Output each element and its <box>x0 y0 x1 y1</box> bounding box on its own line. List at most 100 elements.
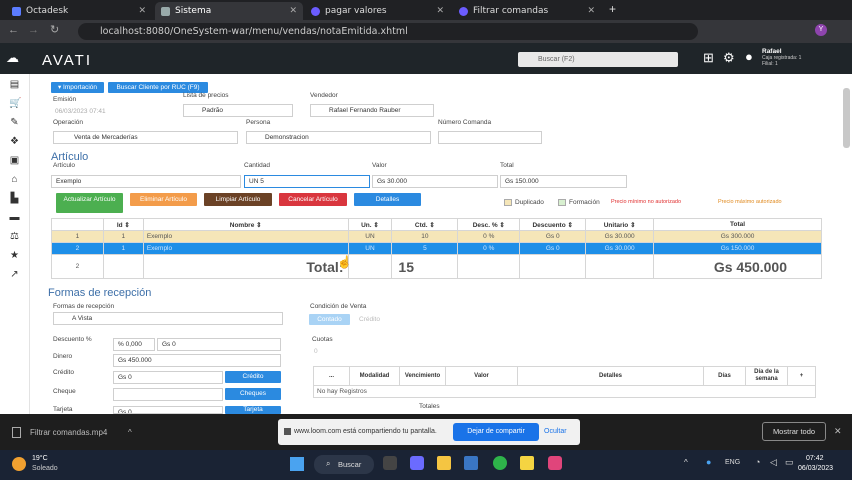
operacion-field[interactable]: Venta de Mercaderías <box>53 131 238 144</box>
money-icon[interactable]: ▣ <box>9 156 20 166</box>
credito-field[interactable]: Gs 0 <box>113 371 223 384</box>
grid-add-icon[interactable]: ⊞ <box>703 50 714 66</box>
close-icon[interactable]: ✕ <box>436 6 444 16</box>
delete-article-button[interactable]: Eliminar Artículo <box>130 193 197 206</box>
forward-icon[interactable]: → <box>28 24 39 36</box>
download-filename[interactable]: Filtrar comandas.mp4 <box>30 428 107 437</box>
star-icon[interactable]: ★ <box>9 251 20 261</box>
articulo-field[interactable]: Exemplo <box>51 175 241 188</box>
scrollbar-thumb[interactable] <box>843 88 850 148</box>
col-ctd[interactable]: Ctd. ⇕ <box>391 218 459 231</box>
chevron-up-icon[interactable]: ^ <box>128 428 132 437</box>
col-total[interactable]: Total <box>653 218 822 231</box>
tab-octadesk[interactable]: Octadesk ✕ <box>6 2 152 20</box>
factory-icon[interactable]: ▙ <box>9 194 20 204</box>
col-descuento[interactable]: Descuento ⇕ <box>519 218 587 231</box>
cantidad-field[interactable]: UN 5 <box>244 175 370 188</box>
clock-date[interactable]: 06/03/2023 <box>798 465 833 472</box>
add-cuota-button[interactable]: + <box>788 367 815 385</box>
descuento-label: Descuento % <box>53 336 92 343</box>
chevron-up-icon[interactable]: ^ <box>684 458 688 467</box>
hide-link[interactable]: Ocultar <box>544 428 567 435</box>
windows-start-icon[interactable] <box>290 457 304 471</box>
battery-icon[interactable]: ▭ <box>785 457 794 468</box>
comanda-field[interactable] <box>438 131 542 144</box>
settings-icon[interactable]: ⚙ <box>723 50 735 66</box>
app-logo: AVATI <box>42 52 93 69</box>
col-nombre[interactable]: Nombre ⇕ <box>142 218 349 231</box>
cheques-button[interactable]: Cheques <box>225 388 281 400</box>
profile-avatar[interactable]: Y <box>815 24 827 36</box>
chart-line-icon[interactable]: ↗ <box>9 270 20 280</box>
slack-icon[interactable] <box>548 456 562 470</box>
sidebar: ▤ 🛒 ✎ ❖ ▣ ⌂ ▙ ▬ ⚖ ★ ↗ <box>0 74 30 414</box>
col-un[interactable]: Un. ⇕ <box>347 218 393 231</box>
table-row[interactable]: 1 1 Exemplo UN 10 0 % Gs 0 Gs 30.000 Gs … <box>51 230 822 243</box>
col-desc-pct[interactable]: Desc. % ⇕ <box>457 218 521 231</box>
global-search-input[interactable]: Buscar (F2) <box>518 52 678 67</box>
reload-icon[interactable]: ↻ <box>50 23 59 36</box>
scale-icon[interactable]: ⚖ <box>9 232 20 242</box>
cheque-field[interactable] <box>113 388 223 401</box>
file-icon <box>12 427 21 438</box>
col-unitario[interactable]: Unitario ⇕ <box>585 218 655 231</box>
show-all-button[interactable]: Mostrar todo <box>762 422 826 441</box>
update-article-button[interactable]: Actualizar Artículo <box>56 193 123 213</box>
wrench-icon[interactable]: ✎ <box>9 118 20 128</box>
close-icon[interactable]: ✕ <box>138 6 146 16</box>
tarjeta-field[interactable]: Gs 0 <box>113 406 223 414</box>
clock-time[interactable]: 07:42 <box>806 455 824 462</box>
valor-field[interactable]: Gs 30.000 <box>372 175 498 188</box>
details-button[interactable]: Detalles <box>354 193 421 206</box>
cart-icon[interactable]: 🛒 <box>9 99 21 109</box>
credito-button[interactable]: Crédito <box>225 371 281 383</box>
import-button[interactable]: ▾ Importación <box>51 82 104 93</box>
chrome-icon[interactable] <box>493 456 507 470</box>
new-tab-icon[interactable]: + <box>609 2 616 16</box>
lista-precios-field[interactable]: Padrão <box>183 104 293 117</box>
footer-index: 2 <box>51 254 104 279</box>
descuento-gs-field[interactable]: Gs 0 <box>157 338 281 351</box>
folder-icon[interactable] <box>437 456 451 470</box>
wifi-icon[interactable]: ◔ <box>755 457 760 467</box>
weather-text: Soleado <box>32 465 58 472</box>
table-row-selected[interactable]: 2 1 Exemplo UN 5 0 % Gs 0 Gs 30.000 Gs 1… <box>51 242 822 255</box>
tab-sistema[interactable]: Sistema ✕ <box>155 2 303 20</box>
close-icon[interactable]: ✕ <box>587 6 595 16</box>
url-field[interactable]: localhost:8080/OneSystem-war/menu/vendas… <box>78 23 698 40</box>
descuento-pct-field[interactable]: % 0,000 <box>113 338 155 351</box>
close-icon[interactable]: ✕ <box>289 6 297 16</box>
cancel-article-button[interactable]: Cancelar Artículo <box>279 193 347 206</box>
formas-field[interactable]: A Vista <box>53 312 283 325</box>
contado-toggle[interactable]: Contado <box>309 314 350 325</box>
stop-sharing-button[interactable]: Dejar de compartir <box>453 423 539 441</box>
persona-field[interactable]: Demonstracion <box>246 131 431 144</box>
tab-pagar-valores[interactable]: pagar valores ✕ <box>305 2 450 20</box>
truck-icon[interactable]: ▬ <box>9 213 20 223</box>
store-icon[interactable] <box>464 456 478 470</box>
book-icon[interactable]: ▤ <box>9 80 20 90</box>
language-indicator[interactable]: ENG <box>725 459 740 466</box>
microphone-icon[interactable]: ● <box>706 457 711 467</box>
bank-icon[interactable]: ⌂ <box>9 175 20 185</box>
volume-icon[interactable]: ◁ <box>770 457 777 468</box>
taskbar-search[interactable]: Buscar <box>314 455 374 474</box>
teams-icon[interactable] <box>410 456 424 470</box>
col-valor: Valor <box>446 367 518 385</box>
dinero-field[interactable]: Gs 450.000 <box>113 354 281 367</box>
close-icon[interactable]: ✕ <box>834 426 842 437</box>
clear-article-button[interactable]: Limpiar Artículo <box>204 193 272 206</box>
cursor-icon <box>284 428 291 435</box>
back-icon[interactable]: ← <box>8 24 19 36</box>
cuotas-table-header: ... Modalidad Vencimiento Valor Detalles… <box>313 366 816 386</box>
col-id[interactable]: Id ⇕ <box>102 218 144 231</box>
cubes-icon[interactable]: ❖ <box>9 137 20 147</box>
task-view-icon[interactable] <box>383 456 397 470</box>
user-icon[interactable]: ● <box>745 49 753 64</box>
credito-toggle[interactable]: Crédito <box>359 316 380 323</box>
tarjeta-button[interactable]: Tarjeta <box>225 406 281 414</box>
vendedor-field[interactable]: Rafael Fernando Rauber <box>310 104 434 117</box>
sticky-notes-icon[interactable] <box>520 456 534 470</box>
tab-filtrar-comandas[interactable]: Filtrar comandas ✕ <box>453 2 601 20</box>
grand-total-label: Total: <box>142 254 349 279</box>
